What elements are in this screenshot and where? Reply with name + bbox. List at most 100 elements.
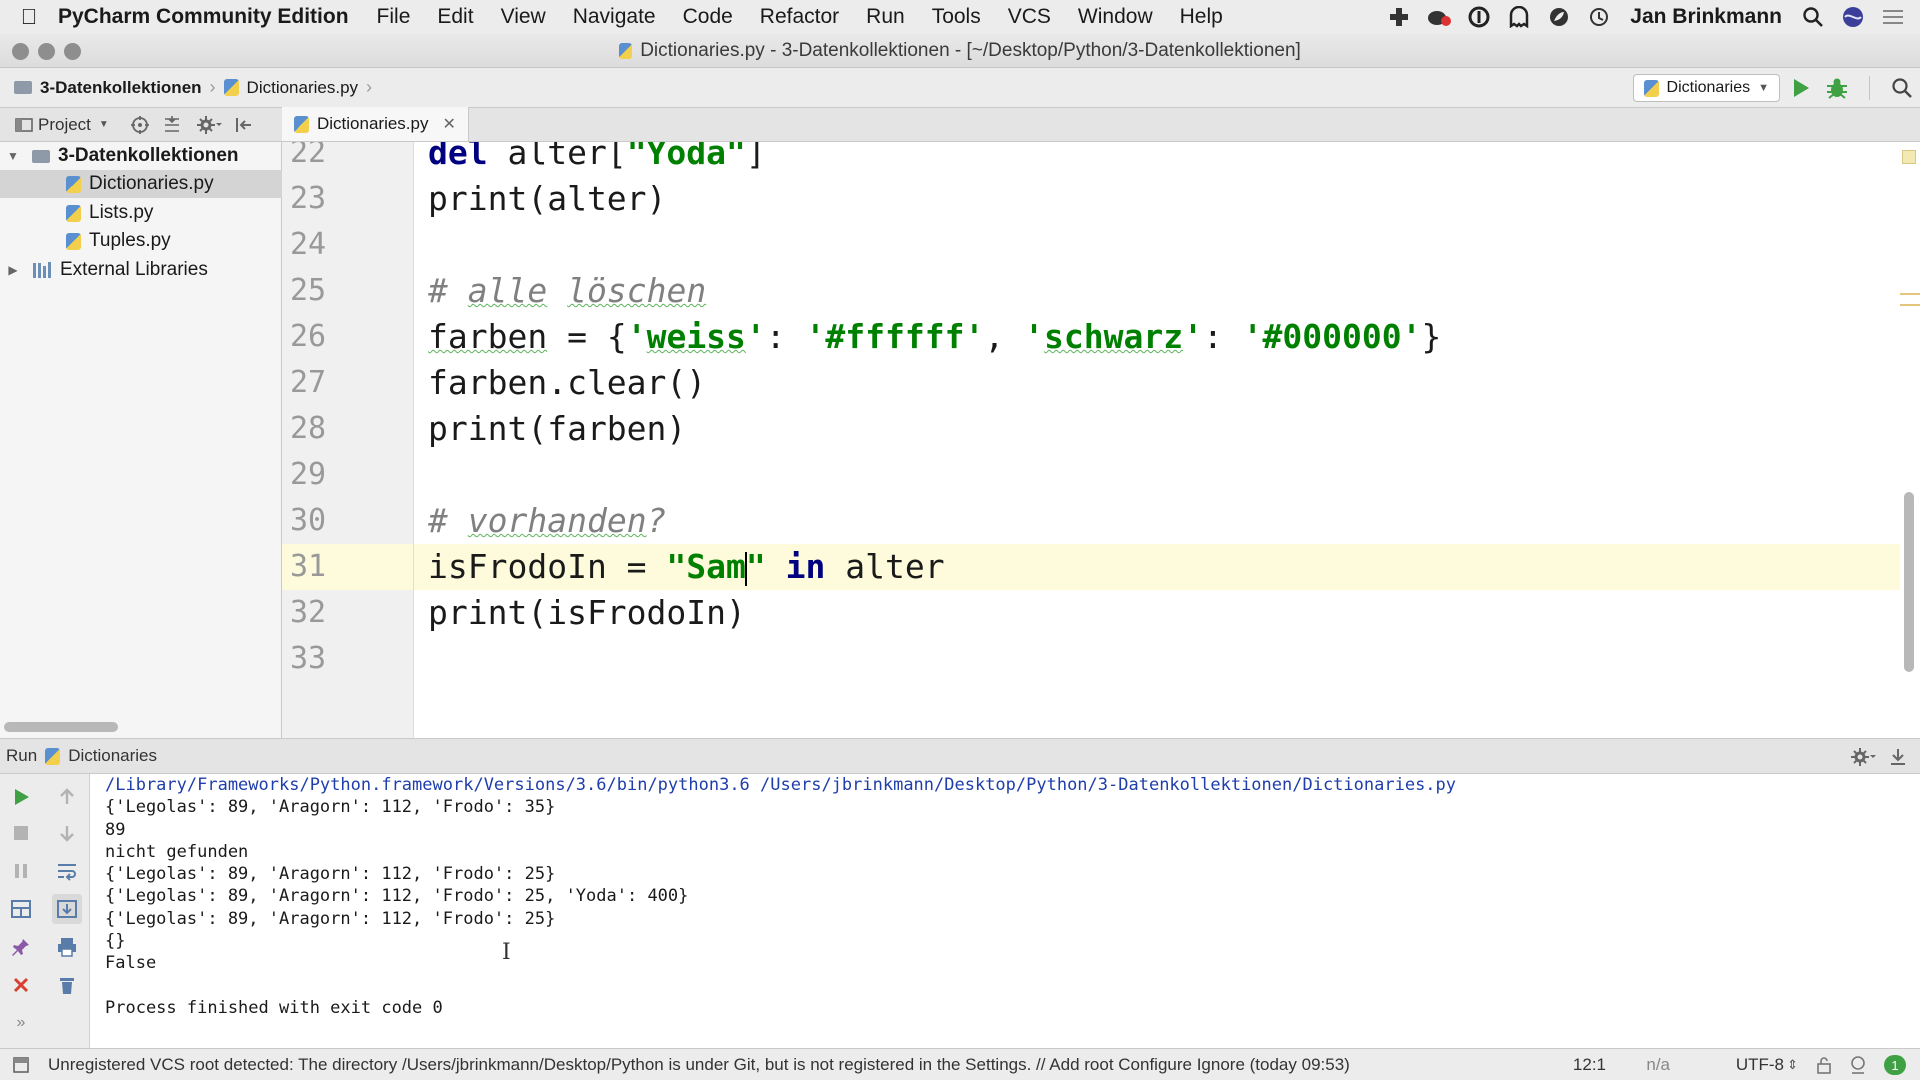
pause-icon[interactable]: [6, 856, 36, 886]
settings-gear-icon[interactable]: [189, 115, 229, 135]
locate-file-icon[interactable]: [125, 115, 155, 135]
menu-navigate[interactable]: Navigate: [573, 5, 656, 29]
search-everywhere-icon[interactable]: [1884, 77, 1920, 99]
expand-arrow-icon[interactable]: ▶: [2, 263, 24, 277]
menu-window[interactable]: Window: [1078, 5, 1153, 29]
file-encoding[interactable]: UTF-8: [1736, 1055, 1784, 1075]
tree-node-lists[interactable]: Lists.py: [0, 199, 282, 227]
soft-wrap-icon[interactable]: [52, 856, 82, 886]
code-line[interactable]: print(farben): [414, 406, 1900, 452]
console-line: 89: [105, 819, 126, 840]
lock-icon[interactable]: [1816, 1056, 1832, 1074]
project-view-label[interactable]: Project: [38, 115, 91, 135]
restore-layout-icon[interactable]: [6, 894, 36, 924]
console-line: {'Legolas': 89, 'Aragorn': 112, 'Frodo':…: [105, 864, 556, 885]
minimize-window-button[interactable]: [38, 43, 55, 60]
menu-tools[interactable]: Tools: [932, 5, 981, 29]
expand-arrow-icon[interactable]: ▼: [2, 149, 24, 163]
app-menu[interactable]: PyCharm Community Edition: [58, 5, 349, 29]
more-actions-icon[interactable]: »: [6, 1008, 36, 1038]
menu-refactor[interactable]: Refactor: [760, 5, 839, 29]
notification-center-icon[interactable]: [1880, 4, 1906, 30]
line-number-current: 31: [282, 544, 413, 590]
inspection-status-icon[interactable]: [1902, 150, 1916, 164]
arrow-up-icon[interactable]: [52, 782, 82, 812]
spotlight-search-icon[interactable]: [1800, 4, 1826, 30]
tree-node-label: External Libraries: [60, 259, 208, 280]
menu-edit[interactable]: Edit: [437, 5, 473, 29]
tree-node-project-root[interactable]: ▼ 3-Datenkollektionen: [0, 142, 282, 170]
tree-node-tuples[interactable]: Tuples.py: [0, 227, 282, 255]
console-line-command[interactable]: /Library/Frameworks/Python.framework/Ver…: [105, 774, 1920, 796]
breadcrumb-file[interactable]: Dictionaries.py: [247, 78, 359, 98]
arrow-down-icon[interactable]: [52, 818, 82, 848]
password-manager-icon[interactable]: [1466, 4, 1492, 30]
inspector-icon[interactable]: [1848, 1055, 1868, 1075]
code-line[interactable]: [414, 452, 1900, 498]
apple-icon[interactable]: : [0, 4, 58, 30]
plus-status-icon[interactable]: [1386, 4, 1412, 30]
settings-gear-icon[interactable]: [1850, 747, 1876, 767]
hide-panel-icon[interactable]: [229, 115, 259, 135]
cloud-status-icon[interactable]: [1426, 4, 1452, 30]
menu-run[interactable]: Run: [866, 5, 905, 29]
print-icon[interactable]: [52, 932, 82, 962]
close-window-button[interactable]: [12, 43, 29, 60]
hide-panel-icon[interactable]: [1888, 747, 1908, 767]
run-console[interactable]: /Library/Frameworks/Python.framework/Ver…: [90, 774, 1920, 1048]
zoom-window-button[interactable]: [64, 43, 81, 60]
editor-tabs: Dictionaries.py ✕: [282, 107, 1920, 142]
code-line[interactable]: del alter["Yoda"]: [414, 142, 1900, 176]
code-line[interactable]: farben = {'weiss': '#ffffff', 'schwarz':…: [414, 314, 1900, 360]
console-line-exit: Process finished with exit code 0: [105, 997, 443, 1018]
code-line[interactable]: # alle löschen: [414, 268, 1900, 314]
code-line[interactable]: [414, 222, 1900, 268]
warning-stripe-mark[interactable]: [1900, 293, 1920, 295]
run-panel-label[interactable]: Run: [6, 746, 37, 766]
scroll-to-end-icon[interactable]: [52, 894, 82, 924]
tab-dictionaries[interactable]: Dictionaries.py ✕: [282, 107, 469, 141]
run-configuration-select[interactable]: Dictionaries ▼: [1632, 74, 1780, 102]
rerun-icon[interactable]: [6, 782, 36, 812]
tool-windows-icon[interactable]: [4, 1056, 38, 1074]
ghost-status-icon[interactable]: [1506, 4, 1532, 30]
menu-file[interactable]: File: [377, 5, 411, 29]
siri-icon[interactable]: [1840, 4, 1866, 30]
code-editor[interactable]: del alter["Yoda"] print(alter) # alle lö…: [414, 142, 1900, 738]
leaf-status-icon[interactable]: [1546, 4, 1572, 30]
time-machine-icon[interactable]: [1586, 4, 1612, 30]
caret-position[interactable]: 12:1: [1573, 1055, 1606, 1075]
horizontal-scrollbar[interactable]: [4, 722, 118, 732]
debug-icon[interactable]: [1819, 76, 1855, 100]
close-tab-icon[interactable]: ✕: [443, 114, 456, 134]
code-line-current[interactable]: isFrodoIn = "Sam" in alter: [414, 544, 1900, 590]
code-line[interactable]: farben.clear(): [414, 360, 1900, 406]
user-name[interactable]: Jan Brinkmann: [1630, 5, 1782, 29]
line-separator[interactable]: n/a: [1646, 1055, 1670, 1075]
tree-node-external-libraries[interactable]: ▶ External Libraries: [0, 256, 282, 284]
clear-trash-icon[interactable]: [52, 970, 82, 1000]
line-number: 25: [290, 273, 327, 308]
stop-icon[interactable]: [6, 818, 36, 848]
menu-help[interactable]: Help: [1180, 5, 1223, 29]
python-file-icon: [66, 204, 81, 222]
code-line[interactable]: # vorhanden?: [414, 498, 1900, 544]
code-line[interactable]: print(alter): [414, 176, 1900, 222]
tree-node-dictionaries[interactable]: Dictionaries.py: [0, 170, 282, 198]
menu-code[interactable]: Code: [683, 5, 733, 29]
menu-view[interactable]: View: [501, 5, 546, 29]
breadcrumb-project[interactable]: 3-Datenkollektionen: [40, 78, 202, 98]
status-message[interactable]: Unregistered VCS root detected: The dire…: [48, 1055, 1350, 1075]
event-log-badge[interactable]: 1: [1884, 1055, 1906, 1075]
warning-stripe-mark[interactable]: [1900, 304, 1920, 306]
code-line[interactable]: [414, 636, 1900, 682]
chevron-down-icon[interactable]: ▼: [99, 119, 109, 130]
run-icon[interactable]: [1783, 77, 1819, 99]
code-line[interactable]: print(isFrodoIn): [414, 590, 1900, 636]
menu-vcs[interactable]: VCS: [1008, 5, 1051, 29]
close-run-icon[interactable]: [6, 970, 36, 1000]
vertical-scrollbar[interactable]: [1904, 492, 1914, 672]
collapse-all-icon[interactable]: [155, 115, 189, 135]
breadcrumb-separator-icon: ›: [366, 77, 373, 97]
pin-tab-icon[interactable]: [6, 932, 36, 962]
